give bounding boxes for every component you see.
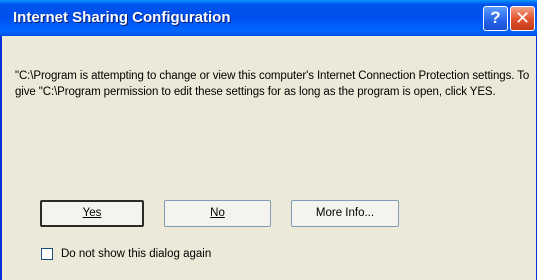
help-icon: ? — [490, 8, 501, 27]
yes-button-label: Yes — [82, 207, 102, 219]
window-title: Internet Sharing Configuration — [13, 9, 231, 26]
close-button[interactable]: ✕ — [510, 6, 535, 31]
no-button-label: No — [210, 207, 225, 219]
help-button[interactable]: ? — [483, 6, 508, 31]
more-info-button-label: More Info... — [315, 207, 375, 219]
do-not-show-label: Do not show this dialog again — [61, 248, 212, 260]
do-not-show-checkbox[interactable] — [41, 248, 53, 260]
dialog-message: "C:\Program is attempting to change or v… — [15, 70, 530, 98]
no-button[interactable]: No — [164, 200, 271, 227]
dialog-window: Internet Sharing Configuration ? ✕ "C:\P… — [0, 0, 537, 280]
title-bar[interactable]: Internet Sharing Configuration ? ✕ — [0, 0, 537, 36]
yes-button[interactable]: Yes — [40, 200, 144, 227]
do-not-show-row[interactable]: Do not show this dialog again — [41, 246, 211, 262]
more-info-button[interactable]: More Info... — [291, 200, 399, 227]
close-icon: ✕ — [514, 8, 531, 28]
